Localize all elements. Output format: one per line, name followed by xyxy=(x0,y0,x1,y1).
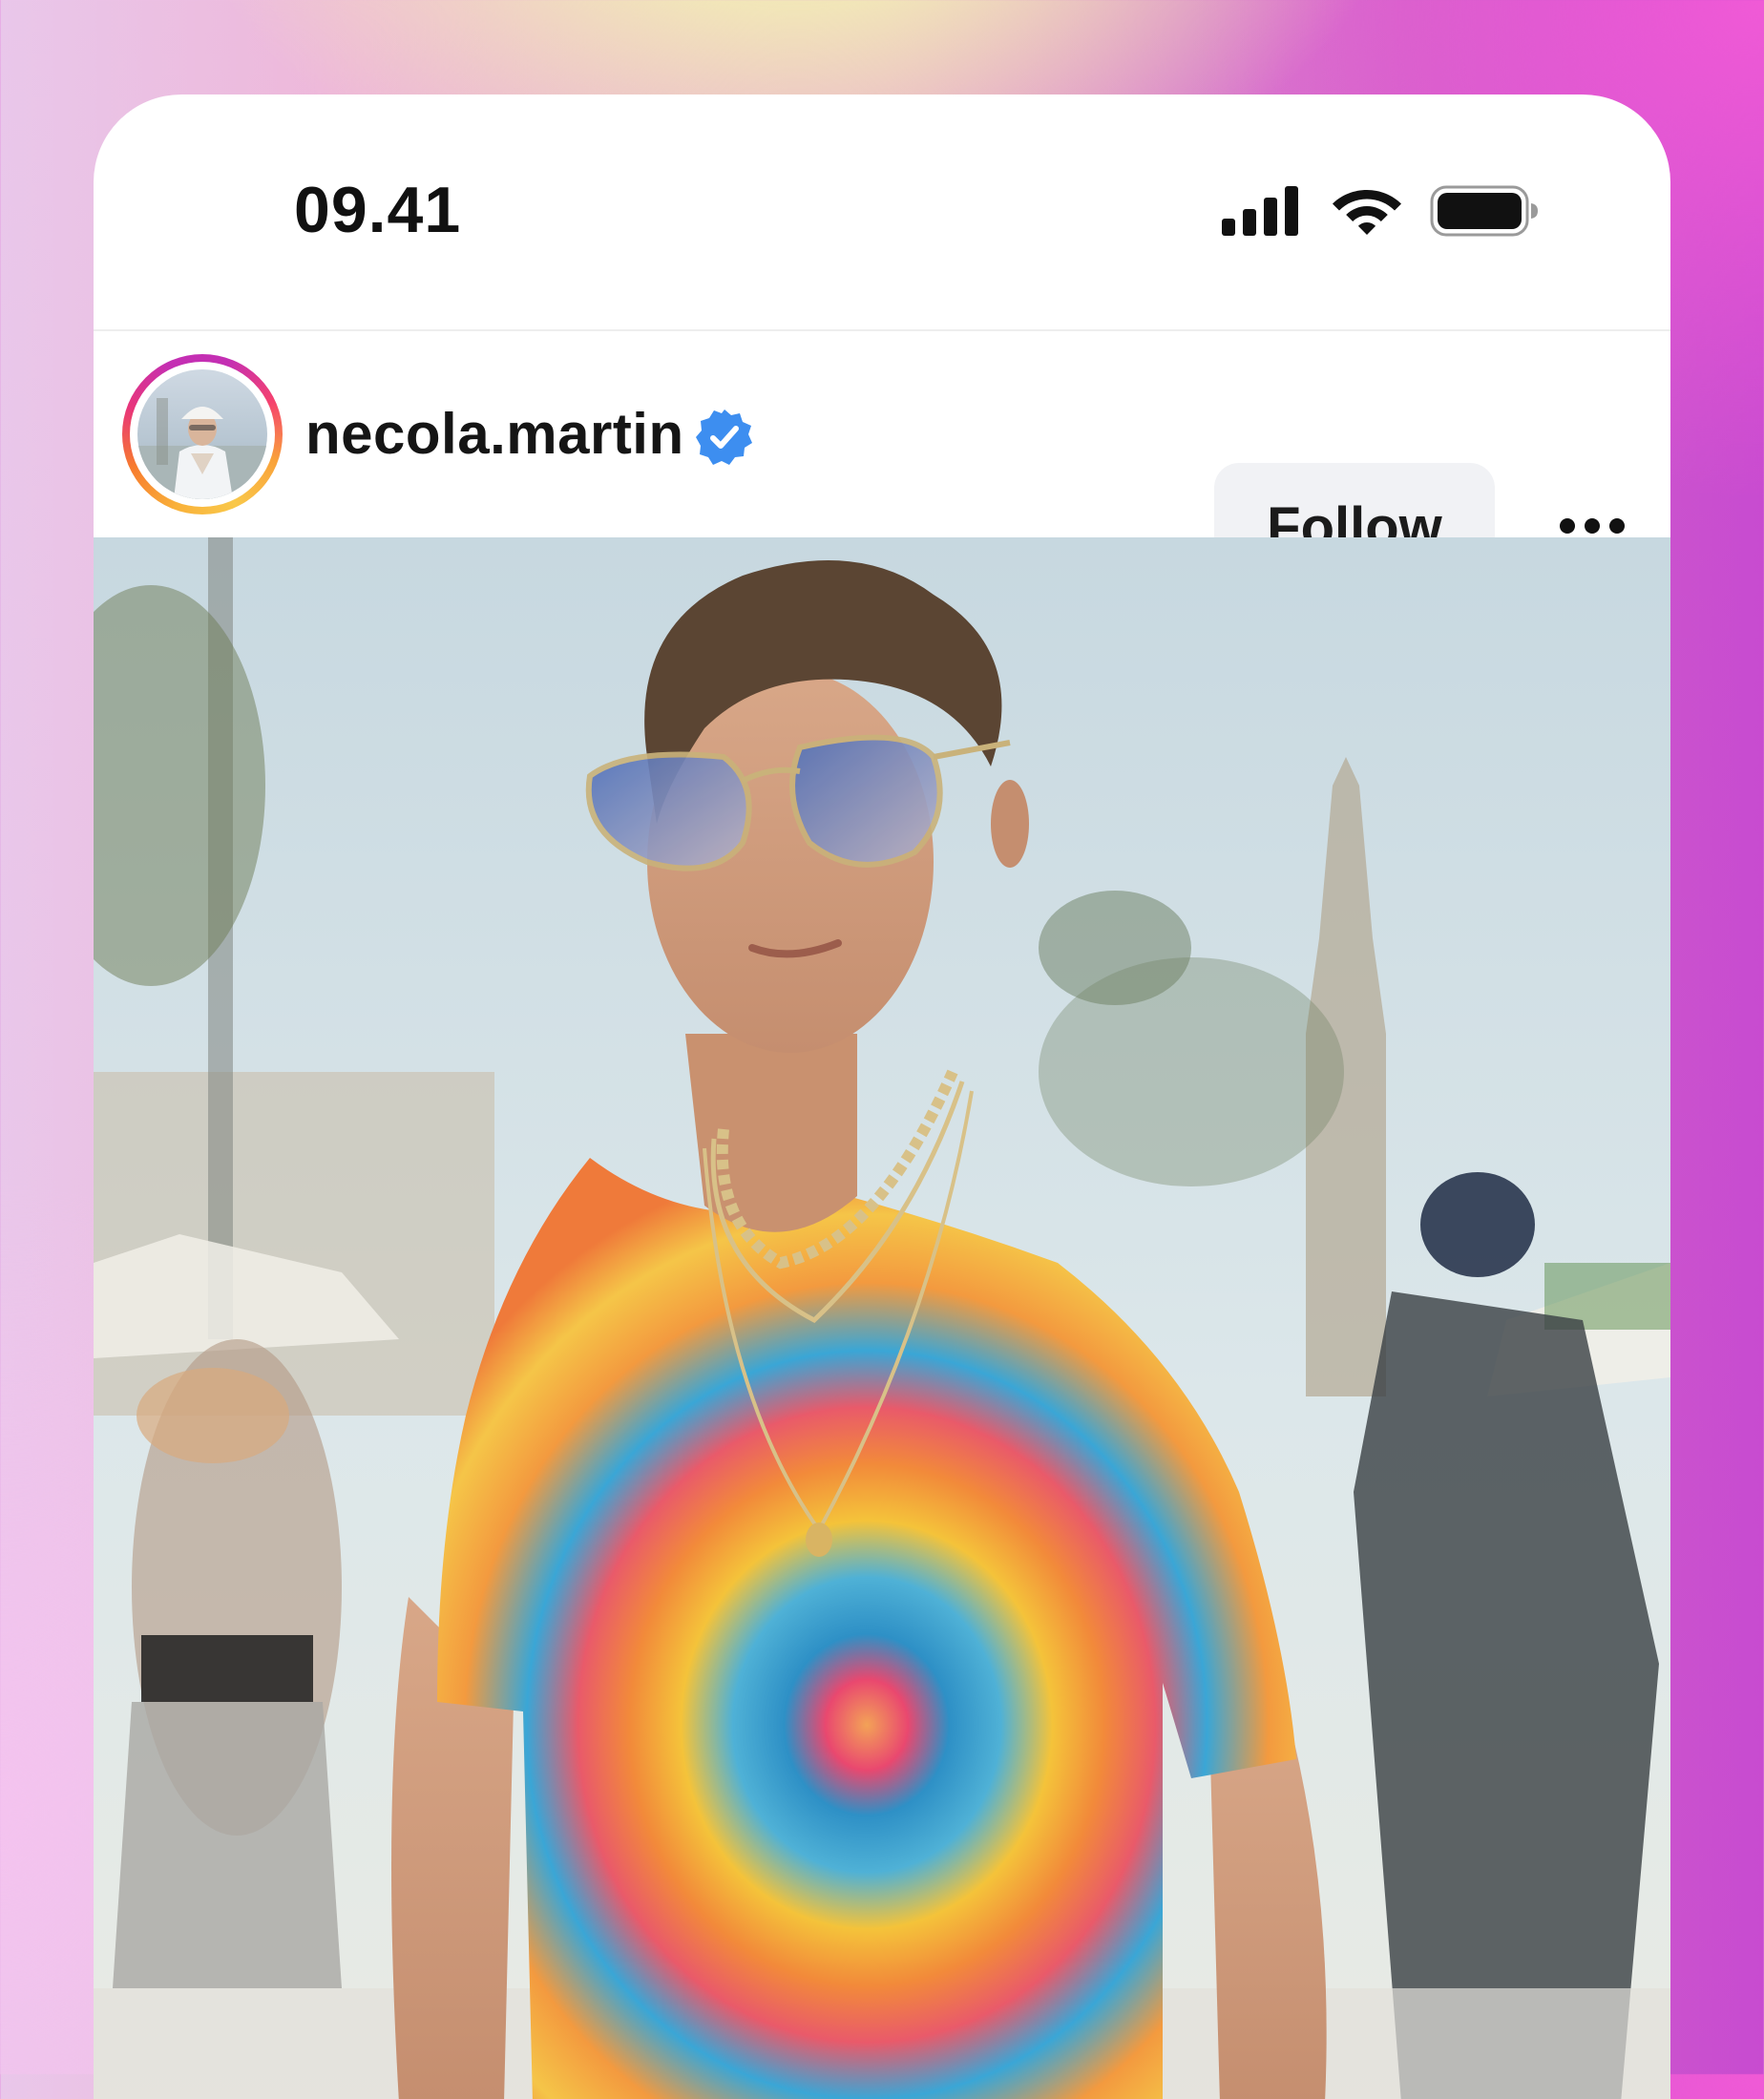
battery-icon xyxy=(1430,185,1538,237)
avatar[interactable] xyxy=(122,354,283,514)
status-bar: 09.41 xyxy=(94,94,1670,331)
cellular-signal-icon xyxy=(1222,186,1298,236)
verified-badge-icon xyxy=(696,409,752,465)
wifi-icon xyxy=(1333,190,1401,235)
status-time: 09.41 xyxy=(294,174,462,246)
phone-screen: 09.41 necola.martin Follow xyxy=(94,94,1670,2099)
post-photo[interactable] xyxy=(94,537,1670,2099)
post-photo-illustration xyxy=(94,537,1670,2099)
avatar-photo xyxy=(137,369,267,499)
username[interactable]: necola.martin xyxy=(305,396,684,472)
